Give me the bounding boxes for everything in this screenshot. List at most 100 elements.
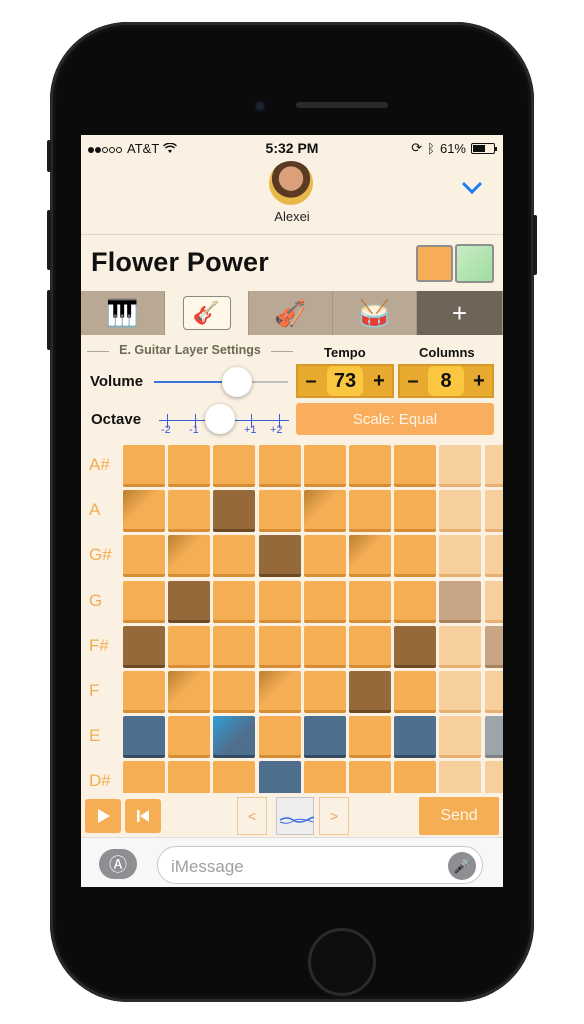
grid-cell[interactable]	[123, 716, 165, 759]
grid-cell[interactable]	[168, 490, 211, 533]
grid-cell[interactable]	[168, 580, 211, 623]
grid-cell[interactable]	[258, 580, 301, 623]
grid-cell[interactable]	[303, 761, 346, 793]
mute-switch[interactable]	[47, 140, 51, 172]
power-button[interactable]	[533, 215, 537, 275]
grid-cell[interactable]	[168, 671, 211, 713]
scale-button[interactable]: Scale: Equal	[296, 403, 494, 435]
grid-cell[interactable]	[303, 716, 346, 759]
tab-drums[interactable]: 🥁	[333, 291, 417, 335]
grid-cell[interactable]	[213, 761, 256, 793]
grid-cell[interactable]	[258, 716, 301, 759]
grid-cell[interactable]	[394, 535, 437, 578]
grid-cell[interactable]	[394, 445, 437, 487]
grid-cell[interactable]	[484, 580, 503, 623]
grid-cell[interactable]	[213, 671, 256, 713]
grid-cell[interactable]	[439, 535, 482, 578]
grid-cell[interactable]	[484, 445, 503, 487]
grid-cell[interactable]	[439, 716, 482, 759]
grid-cell[interactable]	[439, 580, 482, 623]
grid-cell[interactable]	[394, 625, 437, 668]
grid-cell[interactable]	[303, 535, 346, 578]
tempo-increment-button[interactable]: +	[372, 370, 386, 393]
grid-cell[interactable]	[213, 445, 256, 487]
grid-preview-thumbnail[interactable]	[276, 797, 315, 835]
grid-cell[interactable]	[213, 490, 256, 533]
grid-cell[interactable]	[394, 716, 437, 759]
grid-cell[interactable]	[484, 761, 503, 793]
columns-increment-button[interactable]: +	[472, 370, 486, 393]
avatar[interactable]	[269, 161, 313, 205]
play-button[interactable]	[85, 799, 121, 833]
grid-cell[interactable]	[303, 671, 346, 713]
next-page-button[interactable]: >	[319, 797, 349, 835]
volume-slider[interactable]	[154, 381, 288, 383]
tab-piano[interactable]: 🎹	[81, 291, 165, 335]
volume-down-button[interactable]	[47, 290, 51, 350]
tempo-decrement-button[interactable]: –	[304, 370, 318, 393]
grid-cell[interactable]	[394, 580, 437, 623]
grid-cell[interactable]	[168, 625, 211, 668]
color-swatch-orange[interactable]	[416, 245, 453, 282]
grid-cell[interactable]	[484, 535, 503, 578]
grid-cell[interactable]	[213, 580, 256, 623]
microphone-icon[interactable]: 🎤	[448, 852, 476, 880]
tab-e-guitar[interactable]: 🎸	[165, 291, 249, 335]
grid-cell[interactable]	[349, 671, 391, 713]
grid-cell[interactable]	[123, 671, 165, 713]
imessage-input[interactable]: iMessage 🎤	[157, 846, 483, 884]
grid-cell[interactable]	[303, 580, 346, 623]
grid-cell[interactable]	[484, 490, 503, 533]
grid-cell[interactable]	[349, 490, 391, 533]
grid-cell[interactable]	[439, 445, 482, 487]
grid-cell[interactable]	[168, 535, 211, 578]
volume-up-button[interactable]	[47, 210, 51, 270]
grid-cell[interactable]	[213, 716, 256, 759]
grid-cell[interactable]	[484, 716, 503, 759]
grid-cell[interactable]	[484, 671, 503, 713]
grid-cell[interactable]	[303, 490, 346, 533]
grid-cell[interactable]	[168, 761, 211, 793]
grid-cell[interactable]	[349, 445, 391, 487]
grid-cell[interactable]	[123, 625, 165, 668]
song-title[interactable]: Flower Power	[91, 247, 269, 278]
grid-cell[interactable]	[439, 671, 482, 713]
grid-cell[interactable]	[123, 580, 165, 623]
grid-cell[interactable]	[213, 535, 256, 578]
grid-cell[interactable]	[439, 625, 482, 668]
grid-cell[interactable]	[439, 490, 482, 533]
grid-cell[interactable]	[484, 625, 503, 668]
grid-cell[interactable]	[394, 671, 437, 713]
tab-violin[interactable]: 🎻	[249, 291, 333, 335]
grid-cell[interactable]	[349, 761, 391, 793]
color-swatch-green[interactable]	[455, 244, 494, 283]
grid-cell[interactable]	[349, 535, 391, 578]
columns-decrement-button[interactable]: –	[406, 370, 420, 393]
volume-slider-thumb[interactable]	[222, 367, 253, 397]
home-button[interactable]	[308, 928, 376, 996]
grid-cell[interactable]	[258, 535, 301, 578]
add-layer-button[interactable]: +	[417, 291, 503, 335]
grid-cell[interactable]	[349, 716, 391, 759]
grid-cell[interactable]	[123, 490, 165, 533]
prev-page-button[interactable]: <	[237, 797, 267, 835]
grid-cell[interactable]	[168, 716, 211, 759]
grid-cell[interactable]	[349, 580, 391, 623]
grid-cell[interactable]	[258, 761, 301, 793]
grid-cell[interactable]	[394, 490, 437, 533]
grid-cell[interactable]	[213, 625, 256, 668]
grid-cell[interactable]	[303, 625, 346, 668]
grid-cell[interactable]	[258, 671, 301, 713]
rewind-button[interactable]	[125, 799, 161, 833]
grid-cell[interactable]	[303, 445, 346, 487]
grid-cell[interactable]	[394, 761, 437, 793]
grid-cell[interactable]	[123, 761, 165, 793]
grid-cell[interactable]	[123, 445, 165, 487]
grid-cell[interactable]	[168, 445, 211, 487]
grid-cell[interactable]	[258, 490, 301, 533]
grid-cell[interactable]	[349, 625, 391, 668]
grid-cell[interactable]	[258, 445, 301, 487]
grid-cell[interactable]	[123, 535, 165, 578]
grid-cell[interactable]	[258, 625, 301, 668]
send-button[interactable]: Send	[419, 797, 499, 835]
